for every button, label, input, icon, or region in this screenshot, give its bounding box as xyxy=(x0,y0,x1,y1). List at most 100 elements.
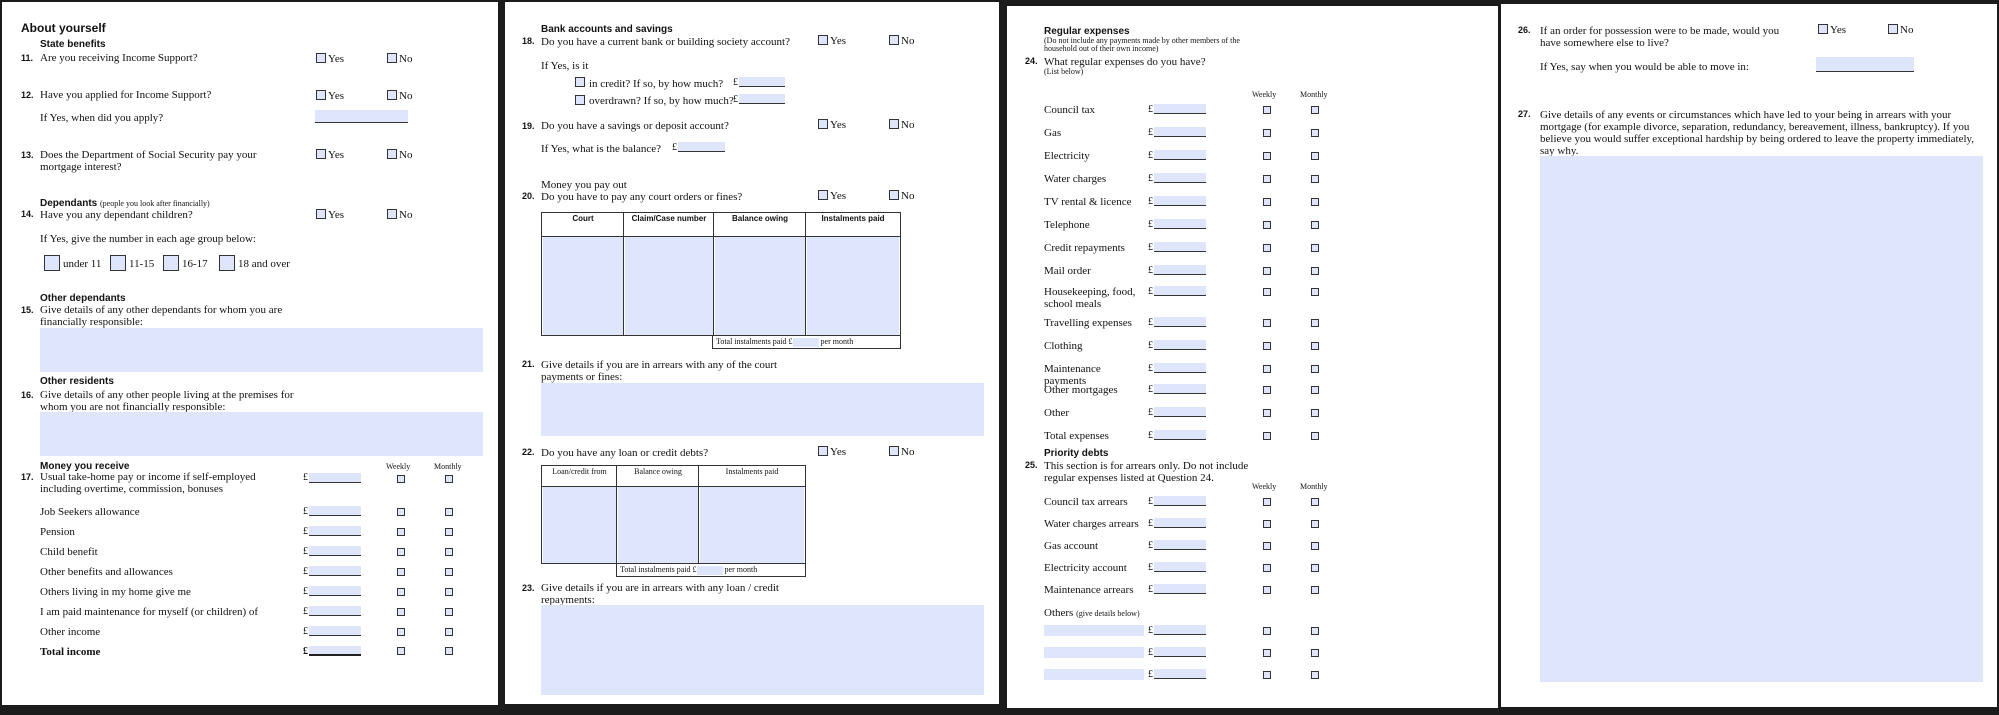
clothing-amount-field[interactable] xyxy=(1154,340,1206,350)
tv-rental-licence-weekly-checkbox[interactable] xyxy=(1263,198,1271,206)
other-weekly-checkbox[interactable] xyxy=(1263,409,1271,417)
total-expenses-monthly-checkbox[interactable] xyxy=(1311,432,1319,440)
total-expenses-weekly-checkbox[interactable] xyxy=(1263,432,1271,440)
tv-rental-licence-monthly-checkbox[interactable] xyxy=(1311,198,1319,206)
q18-overdrawn-checkbox[interactable] xyxy=(575,95,585,105)
maintenance-arrears-weekly-checkbox[interactable] xyxy=(1263,586,1271,594)
telephone-monthly-checkbox[interactable] xyxy=(1311,221,1319,229)
total-income-weekly-checkbox[interactable] xyxy=(397,647,405,655)
other-income-amount-field[interactable] xyxy=(309,626,361,636)
other-benefits-and-allowances-monthly-checkbox[interactable] xyxy=(445,568,453,576)
credit-repayments-monthly-checkbox[interactable] xyxy=(1311,244,1319,252)
electricity-account-weekly-checkbox[interactable] xyxy=(1263,564,1271,572)
electricity-account-amount-field[interactable] xyxy=(1154,562,1206,572)
q18-overdrawn-amount-field[interactable] xyxy=(739,94,785,104)
council-tax-monthly-checkbox[interactable] xyxy=(1311,106,1319,114)
q18-yes-checkbox[interactable] xyxy=(818,35,828,45)
water-charges-arrears-monthly-checkbox[interactable] xyxy=(1311,520,1319,528)
q12-yes-checkbox[interactable] xyxy=(316,90,326,100)
q14-no-checkbox[interactable] xyxy=(387,209,397,219)
q17-takehome-amount-field[interactable] xyxy=(309,473,361,483)
age-11-15-field[interactable] xyxy=(110,255,126,271)
gas-monthly-checkbox[interactable] xyxy=(1311,129,1319,137)
travelling-expenses-amount-field[interactable] xyxy=(1154,317,1206,327)
others-amount-field[interactable] xyxy=(1154,669,1206,679)
others-description-field[interactable] xyxy=(1044,647,1144,658)
age-under-11-field[interactable] xyxy=(44,255,60,271)
loan-instalments-cell[interactable] xyxy=(700,487,804,563)
telephone-weekly-checkbox[interactable] xyxy=(1263,221,1271,229)
water-charges-amount-field[interactable] xyxy=(1154,173,1206,183)
mail-order-weekly-checkbox[interactable] xyxy=(1263,267,1271,275)
q19-balance-field[interactable] xyxy=(678,142,725,152)
mail-order-monthly-checkbox[interactable] xyxy=(1311,267,1319,275)
housekeeping-food-school-meals-amount-field[interactable] xyxy=(1154,286,1206,296)
council-tax-arrears-amount-field[interactable] xyxy=(1154,496,1206,506)
other-income-weekly-checkbox[interactable] xyxy=(397,628,405,636)
others-amount-field[interactable] xyxy=(1154,647,1206,657)
others-monthly-checkbox[interactable] xyxy=(1311,649,1319,657)
total-expenses-amount-field[interactable] xyxy=(1154,430,1206,440)
water-charges-monthly-checkbox[interactable] xyxy=(1311,175,1319,183)
q13-no-checkbox[interactable] xyxy=(387,149,397,159)
q21-details-field[interactable] xyxy=(541,383,984,436)
maintenance-payments-amount-field[interactable] xyxy=(1154,363,1206,373)
q19-yes-checkbox[interactable] xyxy=(818,119,828,129)
others-living-in-my-home-give-me-monthly-checkbox[interactable] xyxy=(445,588,453,596)
i-am-paid-maintenance-for-myself-or-children-of-amount-field[interactable] xyxy=(309,606,361,616)
other-benefits-and-allowances-weekly-checkbox[interactable] xyxy=(397,568,405,576)
council-tax-weekly-checkbox[interactable] xyxy=(1263,106,1271,114)
q17-weekly-checkbox[interactable] xyxy=(397,475,405,483)
pension-monthly-checkbox[interactable] xyxy=(445,528,453,536)
electricity-account-monthly-checkbox[interactable] xyxy=(1311,564,1319,572)
other-amount-field[interactable] xyxy=(1154,407,1206,417)
council-tax-arrears-weekly-checkbox[interactable] xyxy=(1263,498,1271,506)
council-tax-arrears-monthly-checkbox[interactable] xyxy=(1311,498,1319,506)
maintenance-payments-weekly-checkbox[interactable] xyxy=(1263,365,1271,373)
clothing-monthly-checkbox[interactable] xyxy=(1311,342,1319,350)
age-18-over-field[interactable] xyxy=(219,255,235,271)
credit-repayments-amount-field[interactable] xyxy=(1154,242,1206,252)
other-mortgages-amount-field[interactable] xyxy=(1154,384,1206,394)
mail-order-amount-field[interactable] xyxy=(1154,265,1206,275)
instalments-paid-cell[interactable] xyxy=(807,237,899,335)
q18-credit-amount-field[interactable] xyxy=(739,77,785,87)
others-monthly-checkbox[interactable] xyxy=(1311,627,1319,635)
q26-yes-checkbox[interactable] xyxy=(1818,24,1828,34)
q23-details-field[interactable] xyxy=(541,605,984,695)
others-weekly-checkbox[interactable] xyxy=(1263,671,1271,679)
other-benefits-and-allowances-amount-field[interactable] xyxy=(309,566,361,576)
others-amount-field[interactable] xyxy=(1154,625,1206,635)
q16-details-field[interactable] xyxy=(40,412,483,456)
water-charges-weekly-checkbox[interactable] xyxy=(1263,175,1271,183)
loan-total-field[interactable] xyxy=(696,565,723,575)
housekeeping-food-school-meals-weekly-checkbox[interactable] xyxy=(1263,288,1271,296)
others-living-in-my-home-give-me-weekly-checkbox[interactable] xyxy=(397,588,405,596)
court-name-cell[interactable] xyxy=(543,237,623,335)
total-income-monthly-checkbox[interactable] xyxy=(445,647,453,655)
gas-account-monthly-checkbox[interactable] xyxy=(1311,542,1319,550)
q22-yes-checkbox[interactable] xyxy=(818,446,828,456)
gas-account-amount-field[interactable] xyxy=(1154,540,1206,550)
q18-no-checkbox[interactable] xyxy=(889,35,899,45)
pension-amount-field[interactable] xyxy=(309,526,361,536)
pension-weekly-checkbox[interactable] xyxy=(397,528,405,536)
credit-repayments-weekly-checkbox[interactable] xyxy=(1263,244,1271,252)
job-seekers-allowance-amount-field[interactable] xyxy=(309,506,361,516)
q12-no-checkbox[interactable] xyxy=(387,90,397,100)
clothing-weekly-checkbox[interactable] xyxy=(1263,342,1271,350)
child-benefit-amount-field[interactable] xyxy=(309,546,361,556)
gas-amount-field[interactable] xyxy=(1154,127,1206,137)
q14-yes-checkbox[interactable] xyxy=(316,209,326,219)
age-16-17-field[interactable] xyxy=(163,255,179,271)
housekeeping-food-school-meals-monthly-checkbox[interactable] xyxy=(1311,288,1319,296)
q12-date-applied-field[interactable] xyxy=(315,110,408,123)
gas-weekly-checkbox[interactable] xyxy=(1263,129,1271,137)
maintenance-payments-monthly-checkbox[interactable] xyxy=(1311,365,1319,373)
travelling-expenses-weekly-checkbox[interactable] xyxy=(1263,319,1271,327)
q18-in-credit-checkbox[interactable] xyxy=(575,77,585,87)
water-charges-arrears-weekly-checkbox[interactable] xyxy=(1263,520,1271,528)
job-seekers-allowance-weekly-checkbox[interactable] xyxy=(397,508,405,516)
other-monthly-checkbox[interactable] xyxy=(1311,409,1319,417)
others-living-in-my-home-give-me-amount-field[interactable] xyxy=(309,586,361,596)
